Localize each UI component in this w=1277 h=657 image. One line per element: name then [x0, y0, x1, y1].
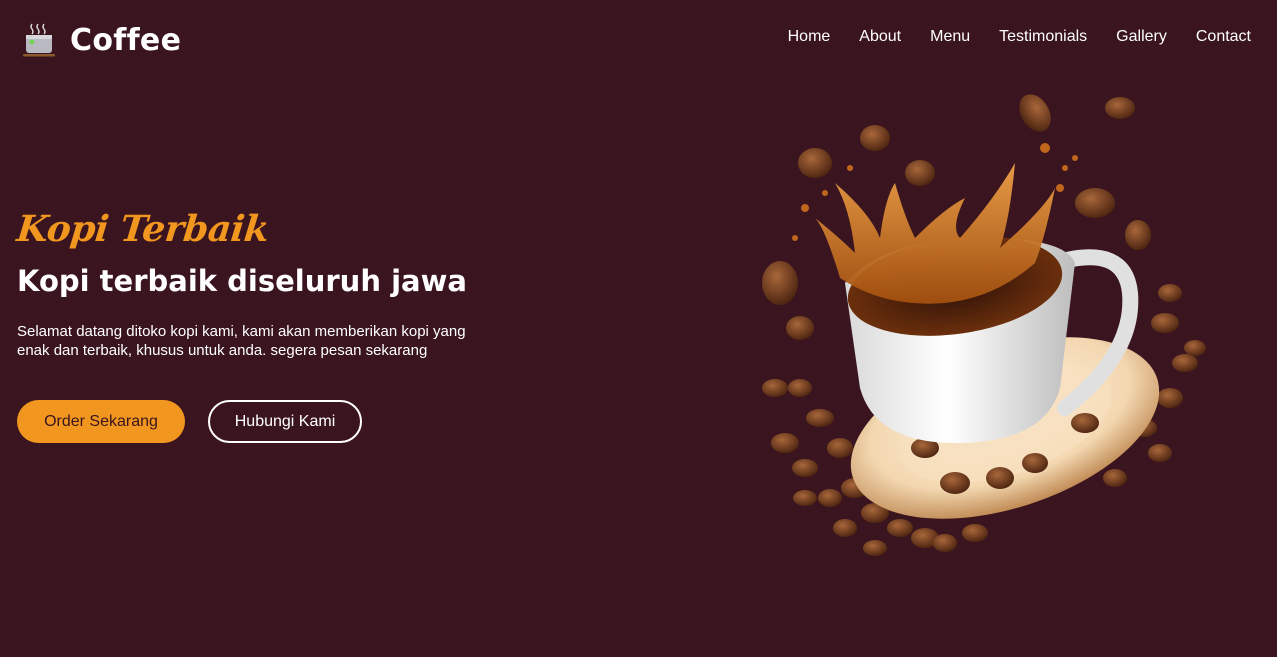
- site-header: Coffee Home About Menu Testimonials Gall…: [0, 0, 1277, 80]
- nav-home[interactable]: Home: [788, 28, 831, 46]
- hero-description: Selamat datang ditoko kopi kami, kami ak…: [17, 322, 507, 360]
- coffee-splash-image: [762, 94, 1206, 556]
- nav-gallery[interactable]: Gallery: [1116, 28, 1167, 46]
- hero-description-line-2: enak dan terbaik, khusus untuk anda. seg…: [17, 342, 428, 359]
- nav-about[interactable]: About: [859, 28, 901, 46]
- contact-us-button[interactable]: Hubungi Kami: [208, 400, 362, 443]
- hero-section: Kopi Terbaik Kopi terbaik diseluruh jawa…: [14, 208, 537, 443]
- main-nav: Home About Menu Testimonials Gallery Con…: [788, 28, 1251, 46]
- nav-menu[interactable]: Menu: [930, 28, 970, 46]
- coffee-cup-icon: [23, 23, 55, 57]
- brand-name: Coffee: [70, 22, 182, 58]
- hero-headline: Kopi terbaik diseluruh jawa: [17, 264, 467, 298]
- brand-logo[interactable]: Coffee: [22, 22, 181, 58]
- hero-description-line-1: Selamat datang ditoko kopi kami, kami ak…: [17, 323, 466, 340]
- hero-tagline: Kopi Terbaik: [14, 208, 271, 250]
- order-now-button[interactable]: Order Sekarang: [17, 400, 185, 443]
- nav-testimonials[interactable]: Testimonials: [999, 28, 1087, 46]
- hero-buttons: Order Sekarang Hubungi Kami: [17, 400, 537, 443]
- nav-contact[interactable]: Contact: [1196, 28, 1251, 46]
